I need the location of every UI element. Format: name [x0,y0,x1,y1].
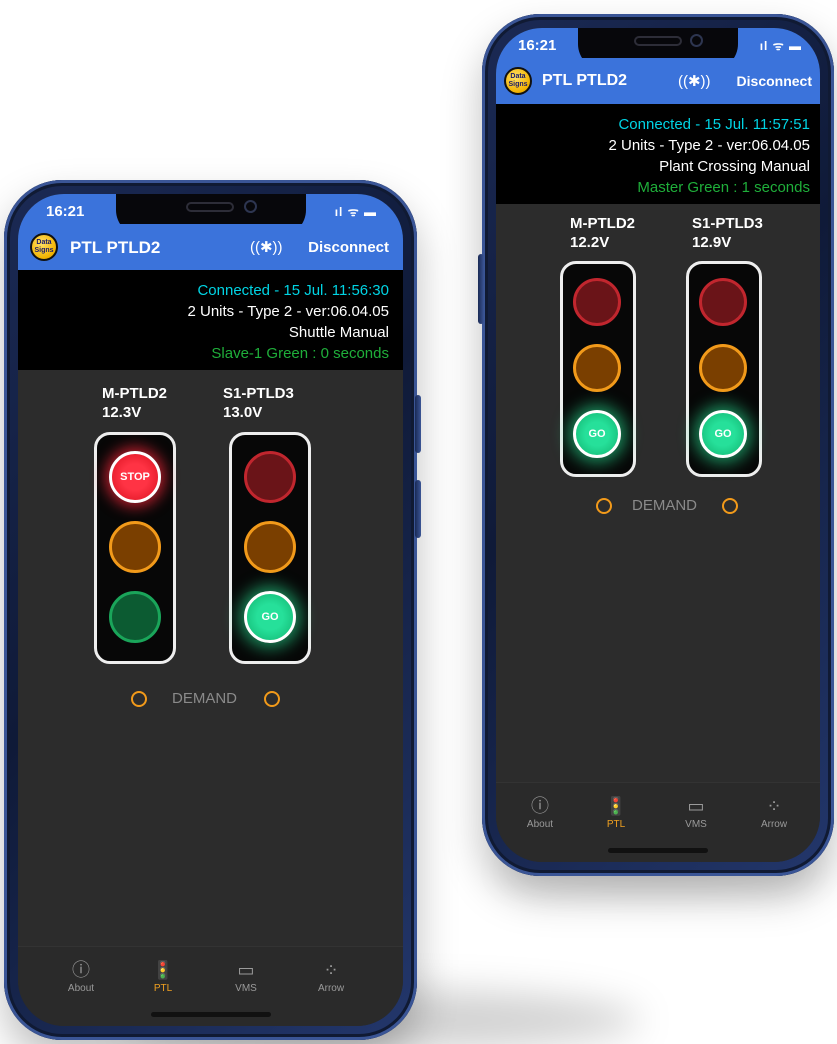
arrow-icon: ⁘ [323,960,339,980]
monitor-icon: ▭ [687,796,705,816]
screen: 16:21 ıl ᯤ ▬ Data Signs PTL PTLD2 ((✱)) … [496,28,820,862]
status-time: 16:21 [518,37,557,54]
traffic-signal[interactable]: GO [686,261,762,477]
amber-lamp[interactable] [109,521,161,573]
disconnect-button[interactable]: Disconnect [308,239,389,256]
nav-label: PTL [153,983,173,994]
nav-item-arrow[interactable]: ⁘ Arrow [744,795,804,830]
signal-wifi-battery-icon: ıl ᯤ ▬ [759,39,802,53]
home-indicator[interactable] [150,1012,271,1017]
unit-name: M-PTLD2 [102,385,167,402]
phone-left: 16:21 ıl ᯤ ▬ Data Signs PTL PTLD2 ((✱)) … [4,180,421,1040]
nav-label: PTL [606,819,626,830]
units-info: 2 Units - Type 2 - ver:06.04.05 [608,137,811,154]
red-lamp[interactable]: STOP [109,451,161,503]
traffic-light-icon: 🚦 [151,960,175,980]
app-bar: Data Signs PTL PTLD2 ((✱)) Disconnect [18,224,403,270]
nav-item-vms[interactable]: ▭ VMS [666,795,726,830]
timer-status: Slave-1 Green : 0 seconds [211,345,389,362]
status-bar: 16:21 ıl ᯤ ▬ [496,28,820,70]
mode-label: Shuttle Manual [288,324,389,341]
units-info: 2 Units - Type 2 - ver:06.04.05 [187,303,390,320]
nav-label: VMS [685,819,707,830]
info-icon: ⓘ [72,960,90,980]
green-lamp[interactable]: GO [244,591,296,643]
connected-status: Connected - 15 Jul. 11:56:30 [197,282,389,299]
nav-label: Arrow [760,819,788,830]
signal-wifi-battery-icon: ıl ᯤ ▬ [334,205,377,219]
side-button [415,395,421,453]
unit-voltage: 12.2V [570,234,610,251]
mode-label: Plant Crossing Manual [659,158,810,175]
status-bar: 16:21 ıl ᯤ ▬ [18,194,403,236]
nav-label: About [526,819,554,830]
app-title: PTL PTLD2 [70,238,161,257]
side-button [478,254,484,324]
unit-header: M-PTLD2 12.2V [570,214,660,252]
unit-name: S1-PTLD3 [692,215,763,232]
disconnect-button[interactable]: Disconnect [737,73,812,89]
unit-header: S1-PTLD3 13.0V [223,384,313,422]
nav-label: VMS [235,983,257,994]
nav-item-arrow[interactable]: ⁘ Arrow [296,959,366,994]
camera-icon [690,34,703,47]
monitor-icon: ▭ [237,960,255,980]
unit-header: M-PTLD2 12.3V [102,384,192,422]
connected-status: Connected - 15 Jul. 11:57:51 [618,116,810,133]
data-signs-logo: Data Signs [504,67,532,95]
amber-lamp[interactable] [244,521,296,573]
home-indicator[interactable] [608,848,708,853]
timer-status: Master Green : 1 seconds [637,179,810,196]
nav-item-ptl[interactable]: 🚦 PTL [586,795,646,830]
speaker-icon [634,36,682,46]
connection-info-panel: Connected - 15 Jul. 11:57:51 2 Units - T… [496,104,820,204]
traffic-signal[interactable]: GO [229,432,311,664]
nav-item-vms[interactable]: ▭ VMS [211,959,281,994]
bottom-nav: ⓘ About 🚦 PTL ▭ VMS ⁘ Arrow [18,946,403,1026]
green-lamp[interactable]: GO [573,410,621,458]
demand-indicator[interactable] [264,691,280,707]
bottom-nav: ⓘ About 🚦 PTL ▭ VMS ⁘ Arrow [496,782,820,862]
red-lamp[interactable] [699,278,747,326]
traffic-light-icon: 🚦 [604,796,628,816]
green-lamp[interactable] [109,591,161,643]
red-lamp[interactable] [244,451,296,503]
camera-icon [243,200,257,213]
arrow-icon: ⁘ [766,796,782,816]
bluetooth-icon[interactable]: ((✱)) [678,72,711,90]
bluetooth-icon[interactable]: ((✱)) [250,238,283,256]
demand-label: DEMAND [172,690,238,707]
nav-item-about[interactable]: ⓘ About [510,795,570,830]
demand-indicator[interactable] [131,691,147,707]
status-time: 16:21 [46,203,85,220]
data-signs-logo: Data Signs [30,233,58,261]
green-lamp[interactable]: GO [699,410,747,458]
nav-label: About [67,983,95,994]
nav-item-ptl[interactable]: 🚦 PTL [128,959,198,994]
amber-lamp[interactable] [699,344,747,392]
demand-indicator[interactable] [722,498,738,514]
unit-voltage: 13.0V [223,404,263,421]
unit-header: S1-PTLD3 12.9V [692,214,782,252]
traffic-signal[interactable]: STOP [94,432,176,664]
unit-voltage: 12.9V [692,234,732,251]
app-title: PTL PTLD2 [542,72,628,89]
screen: 16:21 ıl ᯤ ▬ Data Signs PTL PTLD2 ((✱)) … [18,194,403,1026]
info-icon: ⓘ [531,796,549,816]
phone-right: 16:21 ıl ᯤ ▬ Data Signs PTL PTLD2 ((✱)) … [478,14,834,876]
unit-name: S1-PTLD3 [223,385,294,402]
side-button [415,480,421,538]
connection-info-panel: Connected - 15 Jul. 11:56:30 2 Units - T… [18,270,403,370]
speaker-icon [185,202,234,212]
demand-label: DEMAND [632,497,698,514]
nav-item-about[interactable]: ⓘ About [46,959,116,994]
traffic-signal[interactable]: GO [560,261,636,477]
unit-name: M-PTLD2 [570,215,635,232]
app-bar: Data Signs PTL PTLD2 ((✱)) Disconnect [496,58,820,104]
demand-indicator[interactable] [596,498,612,514]
unit-voltage: 12.3V [102,404,142,421]
red-lamp[interactable] [573,278,621,326]
nav-label: Arrow [317,983,345,994]
amber-lamp[interactable] [573,344,621,392]
